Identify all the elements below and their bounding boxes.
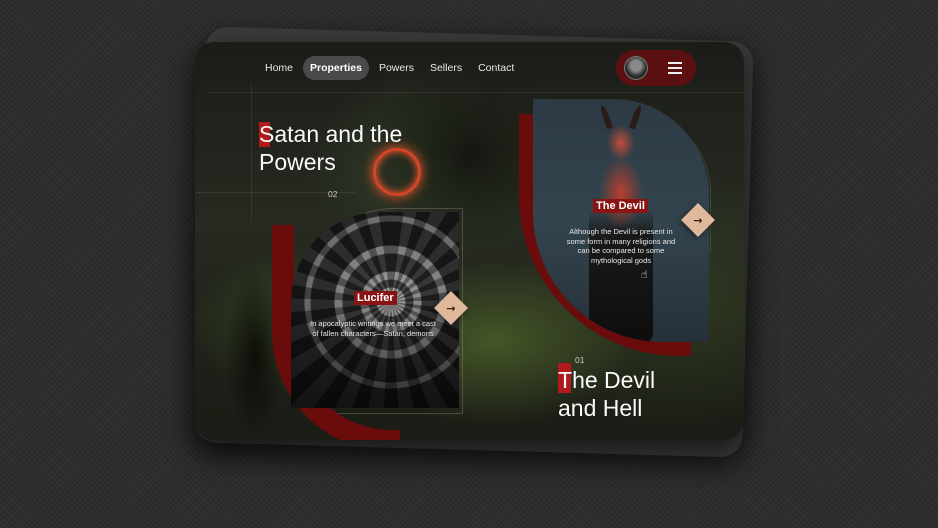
section2-title-rest: he Devil xyxy=(572,367,656,393)
avatar[interactable] xyxy=(624,56,648,80)
arrow-right-icon: → xyxy=(446,301,456,315)
hero-title: Satan and the Powers xyxy=(259,120,402,176)
devil-figure xyxy=(589,103,653,342)
lucifer-card-image[interactable] xyxy=(291,212,459,408)
section-number-01: 01 xyxy=(575,355,585,365)
nav-contact[interactable]: Contact xyxy=(472,56,520,80)
hero-title-rest: atan and the xyxy=(274,121,403,147)
devil-arrow-button[interactable]: → xyxy=(681,203,715,237)
lucifer-arrow-button[interactable]: → xyxy=(434,291,468,325)
grid-line xyxy=(209,92,744,93)
devil-label: The Devil xyxy=(593,199,648,213)
section2-title-first-letter: T xyxy=(558,367,573,393)
nav-sellers[interactable]: Sellers xyxy=(424,56,468,80)
devil-description: Although the Devil is present in some fo… xyxy=(566,227,676,265)
arrow-right-icon: → xyxy=(693,213,703,227)
lucifer-label: Lucifer xyxy=(354,291,397,305)
hamburger-icon[interactable] xyxy=(668,62,682,74)
nav-properties[interactable]: Properties xyxy=(303,56,369,80)
menu-pill xyxy=(616,50,696,86)
hero-title-line2: Powers xyxy=(259,149,336,175)
main-card: Home Properties Powers Sellers Contact S… xyxy=(195,42,744,440)
section2-title-line2: and Hell xyxy=(558,395,643,421)
nav-home[interactable]: Home xyxy=(259,56,299,80)
nav-powers[interactable]: Powers xyxy=(373,56,420,80)
section2-title: The Devil and Hell xyxy=(558,363,656,422)
section-number-02: 02 xyxy=(328,189,338,199)
hero-title-first-letter: S xyxy=(259,121,275,147)
hand-pointer-icon: ☝ xyxy=(641,268,648,281)
grid-line xyxy=(251,82,252,222)
main-nav: Home Properties Powers Sellers Contact xyxy=(259,56,520,80)
lucifer-description: In apocalyptic writings we meet a cast o… xyxy=(310,319,436,338)
